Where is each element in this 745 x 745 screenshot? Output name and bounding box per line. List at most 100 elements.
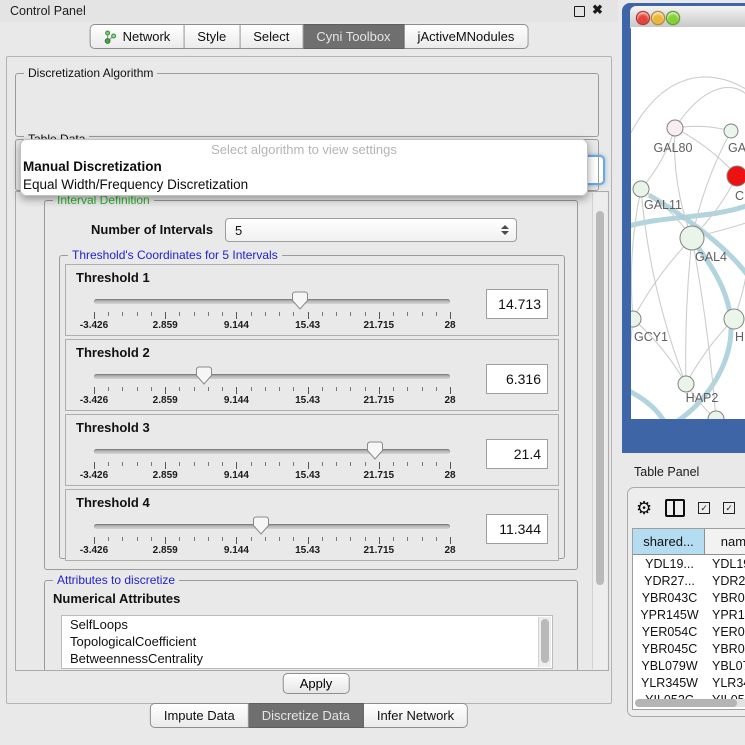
slider-tick xyxy=(422,312,423,316)
network-node-hap2[interactable] xyxy=(678,376,694,392)
num-intervals-value: 5 xyxy=(235,223,242,238)
tab-label: Discretize Data xyxy=(262,708,350,723)
slider-thumb[interactable] xyxy=(292,291,308,310)
attributes-scrollbar[interactable] xyxy=(538,617,551,667)
edge xyxy=(692,131,731,238)
slider-tick xyxy=(208,462,209,466)
cell-name: YBR043C xyxy=(706,589,745,606)
slider-track[interactable] xyxy=(94,299,450,304)
tab-jactivemnodules[interactable]: jActiveMNodules xyxy=(405,24,529,49)
node-label: HAP2 xyxy=(686,391,719,405)
edge xyxy=(633,319,686,384)
table-row[interactable]: YLR345W YLR345W xyxy=(633,674,745,691)
column-header-shared-name[interactable]: shared... xyxy=(633,529,705,554)
tab-cyni-toolbox[interactable]: Cyni Toolbox xyxy=(303,24,404,49)
table-horizontal-scrollbar[interactable] xyxy=(635,699,745,707)
slider-tick xyxy=(265,462,266,466)
slider-tick xyxy=(365,312,366,316)
cyni-toolbox-panel: Discretization Algorithm Select algorith… xyxy=(6,56,612,704)
table-row[interactable]: YER054C YER054C xyxy=(633,623,745,640)
dropdown-option[interactable]: Equal Width/Frequency Discretization xyxy=(21,176,587,194)
threshold-label: Threshold 1 xyxy=(76,270,150,285)
close-icon[interactable]: ✖ xyxy=(592,2,603,18)
minimize-traffic-light-icon[interactable] xyxy=(651,11,665,25)
checkbox-checked-icon[interactable]: ✓ xyxy=(723,502,735,514)
column-header-name[interactable]: name xyxy=(705,529,745,554)
slider-thumb[interactable] xyxy=(367,441,383,460)
close-traffic-light-icon[interactable] xyxy=(636,11,650,25)
slider-tick xyxy=(365,462,366,466)
network-node-gal80[interactable] xyxy=(667,120,683,136)
slider-tick xyxy=(251,462,252,466)
table-row[interactable]: YPR145W YPR145W xyxy=(633,606,745,623)
num-intervals-combobox[interactable]: 5 xyxy=(225,218,517,242)
threshold-label: Threshold 4 xyxy=(76,495,150,510)
network-node[interactable] xyxy=(708,411,724,419)
tab-impute-data[interactable]: Impute Data xyxy=(150,703,249,728)
slider-tick xyxy=(293,312,294,316)
network-node-c[interactable] xyxy=(727,166,745,186)
axis-tick-label: 15.43 xyxy=(295,320,320,331)
scrollbar-thumb[interactable] xyxy=(541,619,549,663)
numerical-attributes-label: Numerical Attributes xyxy=(53,591,180,606)
table-header-row: shared... name xyxy=(633,529,745,555)
network-icon xyxy=(104,30,118,44)
list-item[interactable]: SelfLoops xyxy=(62,616,552,633)
slider-thumb[interactable] xyxy=(253,516,269,535)
table-row[interactable]: YBR045C YBR045C xyxy=(633,640,745,657)
table-row[interactable]: YIL052C YIL052C xyxy=(633,691,745,699)
network-node-h[interactable] xyxy=(724,309,744,329)
slider-tick xyxy=(322,537,323,541)
float-window-icon[interactable] xyxy=(574,6,585,17)
scrollbar-thumb[interactable] xyxy=(635,699,737,707)
settings-vertical-scrollbar[interactable] xyxy=(592,193,607,669)
tab-discretize-data[interactable]: Discretize Data xyxy=(249,703,364,728)
table-panel-body: ⚙ ✓ ✓ shared... name YDL19... YDL19... Y… xyxy=(627,487,745,717)
slider-tick xyxy=(365,387,366,391)
slider-track[interactable] xyxy=(94,374,450,379)
network-node-gal11[interactable] xyxy=(633,181,649,197)
table-row[interactable]: YDR27... YDR27... xyxy=(633,572,745,589)
group-title: Threshold's Coordinates for 5 Intervals xyxy=(68,248,282,262)
axis-tick-label: 2.859 xyxy=(153,320,178,331)
tab-network[interactable]: Network xyxy=(90,24,185,49)
split-panel-icon[interactable] xyxy=(665,499,685,517)
tab-style[interactable]: Style xyxy=(184,24,240,49)
network-node-gal4[interactable] xyxy=(680,226,704,250)
dropdown-option[interactable]: Manual Discretization xyxy=(21,158,587,176)
slider-tick xyxy=(393,312,394,316)
threshold-value-field[interactable]: 21.4 xyxy=(486,439,548,469)
checkbox-checked-icon[interactable]: ✓ xyxy=(698,502,710,514)
table-row[interactable]: YBL079W YBL079W xyxy=(633,657,745,674)
axis-tick-label: 15.43 xyxy=(295,395,320,406)
tab-infer-network[interactable]: Infer Network xyxy=(364,703,468,728)
slider-thumb[interactable] xyxy=(196,366,212,385)
node-table[interactable]: shared... name YDL19... YDL19... YDR27..… xyxy=(632,528,745,710)
threshold-value-field[interactable]: 11.344 xyxy=(486,514,548,544)
list-item[interactable]: BetweennessCentrality xyxy=(62,650,552,667)
slider-tick xyxy=(379,387,380,394)
slider-tick xyxy=(293,537,294,541)
gear-icon[interactable]: ⚙ xyxy=(636,499,652,517)
zoom-traffic-light-icon[interactable] xyxy=(666,11,680,25)
numerical-attributes-list[interactable]: SelfLoopsTopologicalCoefficientBetweenne… xyxy=(61,615,553,669)
axis-tick-label: -3.426 xyxy=(80,470,108,481)
list-item[interactable]: TopologicalCoefficient xyxy=(62,633,552,650)
threshold-value-field[interactable]: 14.713 xyxy=(486,289,548,319)
slider-tick xyxy=(236,462,237,469)
tab-select[interactable]: Select xyxy=(240,24,303,49)
scrollbar-thumb[interactable] xyxy=(596,211,604,585)
slider-tick xyxy=(322,387,323,391)
slider-tick xyxy=(122,312,123,316)
tab-label: jActiveMNodules xyxy=(418,29,515,44)
slider-track[interactable] xyxy=(94,449,450,454)
slider-tick xyxy=(165,387,166,394)
network-canvas[interactable]: GAL80GACGAL11GAL4GCY1HHAP2 xyxy=(631,27,745,419)
slider-tick xyxy=(322,312,323,316)
apply-button[interactable]: Apply xyxy=(283,673,350,694)
network-node-ga[interactable] xyxy=(724,124,738,138)
table-row[interactable]: YDL19... YDL19... xyxy=(633,555,745,572)
table-row[interactable]: YBR043C YBR043C xyxy=(633,589,745,606)
threshold-value-field[interactable]: 6.316 xyxy=(486,364,548,394)
slider-track[interactable] xyxy=(94,524,450,529)
